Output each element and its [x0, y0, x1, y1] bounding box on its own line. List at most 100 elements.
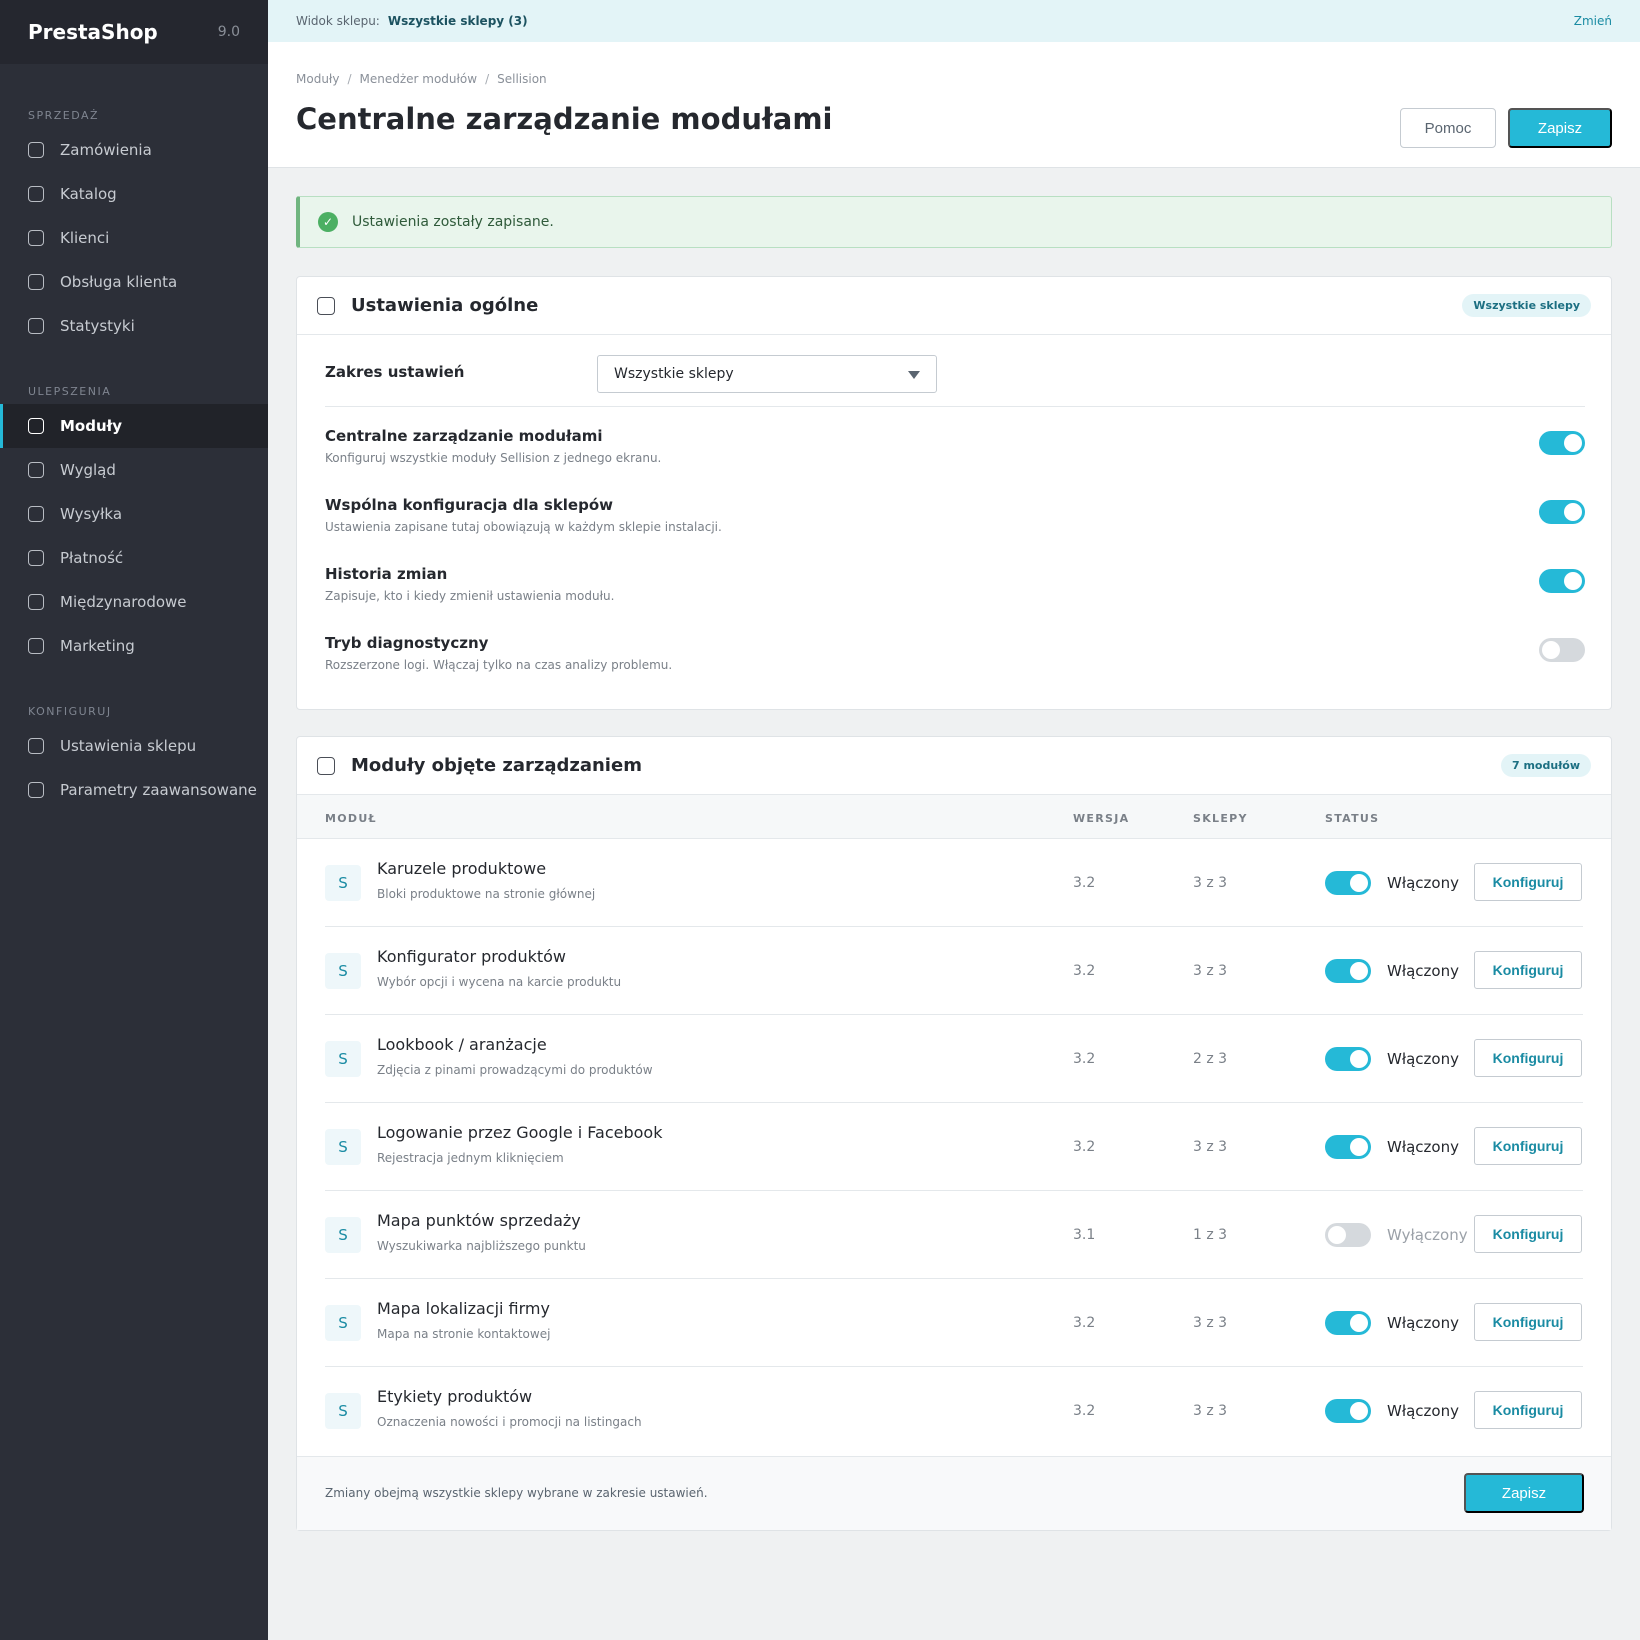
table-row: S Logowanie przez Google i Facebook Rejest…	[325, 1103, 1583, 1191]
setting-row: Wspólna konfiguracja dla sklepów Ustawien…	[325, 496, 1585, 556]
sidebar-item-marketing[interactable]: Marketing	[0, 624, 268, 668]
breadcrumb-separator: /	[485, 72, 490, 86]
sidebar-item-parametry-zaawansowane[interactable]: Parametry zaawansowane	[0, 768, 268, 812]
breadcrumb-item[interactable]: Moduły	[296, 72, 339, 86]
module-status-toggle[interactable]	[1325, 1223, 1371, 1247]
configure-button[interactable]: Konfiguruj	[1474, 1127, 1582, 1165]
footer-note: Zmiany obejmą wszystkie sklepy wybrane w…	[325, 1486, 708, 1500]
module-name: Karuzele produktowe	[377, 859, 547, 878]
sidebar-item-label: Statystyki	[60, 317, 135, 335]
sidebar-item-wygląd[interactable]: Wygląd	[0, 448, 268, 492]
sidebar-item-label: Marketing	[60, 637, 135, 655]
sidebar-item-ustawienia-sklepu[interactable]: Ustawienia sklepu	[0, 724, 268, 768]
configure-button[interactable]: Konfiguruj	[1474, 1215, 1582, 1253]
module-name: Mapa punktów sprzedaży	[377, 1211, 581, 1230]
sidebar-item-katalog[interactable]: Katalog	[0, 172, 268, 216]
module-status-label: Włączony	[1387, 962, 1459, 980]
page-header: Moduły / Menedżer modułów / Sellision Ce…	[268, 42, 1640, 168]
sidebar-item-wysyłka[interactable]: Wysyłka	[0, 492, 268, 536]
sidebar-item-moduły[interactable]: Moduły	[0, 404, 268, 448]
save-button[interactable]: Zapisz	[1508, 108, 1612, 148]
success-alert: ✓ Ustawienia zostały zapisane.	[296, 196, 1612, 248]
module-description: Mapa na stronie kontaktowej	[377, 1327, 551, 1341]
module-status-toggle[interactable]	[1325, 1047, 1371, 1071]
setting-toggle[interactable]	[1539, 431, 1585, 455]
sidebar-item-label: Klienci	[60, 229, 110, 247]
table-row: S Mapa punktów sprzedaży Wyszukiwarka najb…	[325, 1191, 1583, 1279]
page-title: Centralne zarządzanie modułami	[296, 102, 833, 136]
brand-logo[interactable]: PrestaShop	[28, 20, 158, 44]
sidebar-item-label: Międzynarodowe	[60, 593, 187, 611]
nav-square-icon	[28, 550, 44, 566]
module-status-toggle[interactable]	[1325, 871, 1371, 895]
setting-description: Rozszerzone logi. Włączaj tylko na czas …	[325, 658, 673, 672]
sidebar-item-obsługa-klienta[interactable]: Obsługa klienta	[0, 260, 268, 304]
setting-row: Tryb diagnostyczny Rozszerzone logi. Włąc…	[325, 634, 1585, 694]
table-row: S Konfigurator produktów Wybór opcji i wyc…	[325, 927, 1583, 1015]
module-version: 3.2	[1073, 875, 1096, 891]
settings-icon	[317, 296, 335, 315]
module-version: 3.1	[1073, 1227, 1096, 1243]
module-version: 3.2	[1073, 963, 1096, 979]
sidebar-item-klienci[interactable]: Klienci	[0, 216, 268, 260]
setting-toggle[interactable]	[1539, 569, 1585, 593]
save-button-bottom[interactable]: Zapisz	[1464, 1473, 1584, 1513]
module-version: 3.2	[1073, 1139, 1096, 1155]
configure-button[interactable]: Konfiguruj	[1474, 1391, 1582, 1429]
sidebar-item-płatność[interactable]: Płatność	[0, 536, 268, 580]
table-row: S Mapa lokalizacji firmy Mapa na stronie k…	[325, 1279, 1583, 1367]
check-circle-icon: ✓	[318, 212, 338, 232]
module-version: 3.2	[1073, 1051, 1096, 1067]
setting-toggle[interactable]	[1539, 500, 1585, 524]
breadcrumb-item[interactable]: Menedżer modułów	[359, 72, 477, 86]
module-shops: 1 z 3	[1193, 1227, 1228, 1243]
configure-button[interactable]: Konfiguruj	[1474, 951, 1582, 989]
setting-name: Historia zmian	[325, 565, 448, 583]
table-row: S Etykiety produktów Oznaczenia nowości i …	[325, 1367, 1583, 1455]
module-shops: 3 z 3	[1193, 875, 1228, 891]
module-shops: 3 z 3	[1193, 1315, 1228, 1331]
scope-label: Zakres ustawień	[325, 363, 465, 381]
modules-card: Moduły objęte zarządzaniem 7 modułów MOD…	[296, 736, 1612, 1531]
setting-toggle[interactable]	[1539, 638, 1585, 662]
table-row: S Karuzele produktowe Bloki produktowe na …	[325, 839, 1583, 927]
module-count-badge: 7 modułów	[1500, 754, 1591, 777]
module-name: Logowanie przez Google i Facebook	[377, 1123, 663, 1142]
nav-square-icon	[28, 318, 44, 334]
card-title: Ustawienia ogólne	[351, 295, 539, 316]
column-header-version: WERSJA	[1073, 812, 1130, 825]
sidebar-item-label: Płatność	[60, 549, 124, 567]
nav-square-icon	[28, 506, 44, 522]
configure-button[interactable]: Konfiguruj	[1474, 863, 1582, 901]
card-footer: Zmiany obejmą wszystkie sklepy wybrane w…	[297, 1456, 1611, 1530]
scope-select[interactable]: Wszystkie sklepy	[597, 355, 937, 393]
table-row: S Lookbook / aranżacje Zdjęcia z pinami pr…	[325, 1015, 1583, 1103]
nav-section-title: SPRZEDAŻ	[28, 109, 100, 122]
sidebar: PrestaShop 9.0 SPRZEDAŻ Zamówienia Katalog…	[0, 0, 268, 1640]
nav-square-icon	[28, 418, 44, 434]
sidebar-item-zamówienia[interactable]: Zamówienia	[0, 128, 268, 172]
sidebar-item-międzynarodowe[interactable]: Międzynarodowe	[0, 580, 268, 624]
help-button[interactable]: Pomoc	[1400, 108, 1496, 148]
nav-square-icon	[28, 462, 44, 478]
setting-description: Ustawienia zapisane tutaj obowiązują w k…	[325, 520, 722, 534]
configure-button[interactable]: Konfiguruj	[1474, 1303, 1582, 1341]
configure-button[interactable]: Konfiguruj	[1474, 1039, 1582, 1077]
scope-row: Zakres ustawień Wszystkie sklepy	[325, 355, 1585, 407]
sidebar-item-statystyki[interactable]: Statystyki	[0, 304, 268, 348]
module-version: 3.2	[1073, 1403, 1096, 1419]
card-header: Ustawienia ogólne Wszystkie sklepy	[297, 277, 1611, 335]
change-shop-link[interactable]: Zmień	[1574, 14, 1612, 28]
module-avatar: S	[325, 953, 361, 989]
card-header: Moduły objęte zarządzaniem 7 modułów	[297, 737, 1611, 795]
module-status-toggle[interactable]	[1325, 1135, 1371, 1159]
module-status-toggle[interactable]	[1325, 959, 1371, 983]
setting-name: Tryb diagnostyczny	[325, 634, 489, 652]
sidebar-item-label: Obsługa klienta	[60, 273, 178, 291]
setting-description: Zapisuje, kto i kiedy zmienił ustawienia…	[325, 589, 615, 603]
module-status-toggle[interactable]	[1325, 1399, 1371, 1423]
module-avatar: S	[325, 1129, 361, 1165]
setting-row: Centralne zarządzanie modułami Konfiguruj…	[325, 427, 1585, 487]
module-status-toggle[interactable]	[1325, 1311, 1371, 1335]
nav-square-icon	[28, 738, 44, 754]
